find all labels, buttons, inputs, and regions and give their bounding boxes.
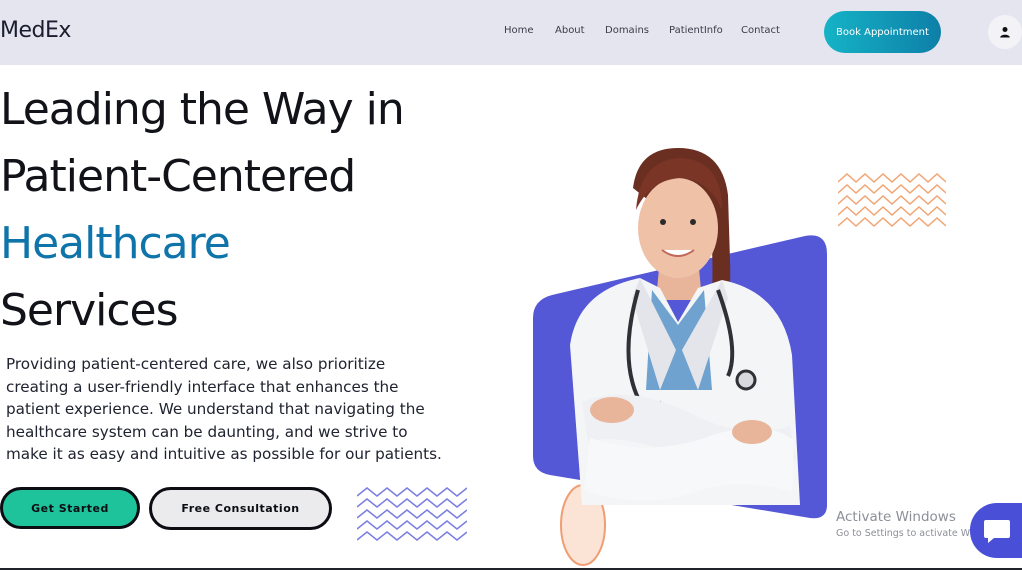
hero-description: Providing patient-centered care, we also… — [6, 355, 442, 463]
get-started-button[interactable]: Get Started — [0, 487, 140, 529]
hero-title-line-2: Patient-Centered — [0, 151, 356, 202]
profile-button[interactable] — [988, 15, 1022, 49]
nav-patientinfo[interactable]: PatientInfo — [669, 25, 723, 36]
zigzag-decoration-left — [357, 487, 467, 541]
hero-title-line-4: Services — [0, 285, 179, 336]
nav-domains[interactable]: Domains — [605, 25, 649, 36]
hero-title: Leading the Way in Patient-Centered Heal… — [0, 76, 470, 344]
free-consultation-button[interactable]: Free Consultation — [149, 487, 332, 530]
top-nav-bar: MedEx Home About Domains PatientInfo Con… — [0, 0, 1022, 65]
hero-title-accent: Healthcare — [0, 218, 231, 269]
nav-home[interactable]: Home — [504, 25, 534, 36]
user-icon — [1000, 27, 1010, 38]
nav-about[interactable]: About — [555, 25, 585, 36]
landing-page: MedEx Home About Domains PatientInfo Con… — [0, 0, 1022, 570]
book-appointment-button[interactable]: Book Appointment — [824, 11, 941, 53]
chat-button[interactable] — [970, 503, 1022, 558]
nav-contact[interactable]: Contact — [741, 25, 780, 36]
doctor-illustration — [533, 148, 827, 566]
zigzag-decoration-right — [838, 172, 946, 228]
hero-title-line-1: Leading the Way in — [0, 84, 405, 135]
chat-bubble-icon — [984, 519, 1010, 543]
